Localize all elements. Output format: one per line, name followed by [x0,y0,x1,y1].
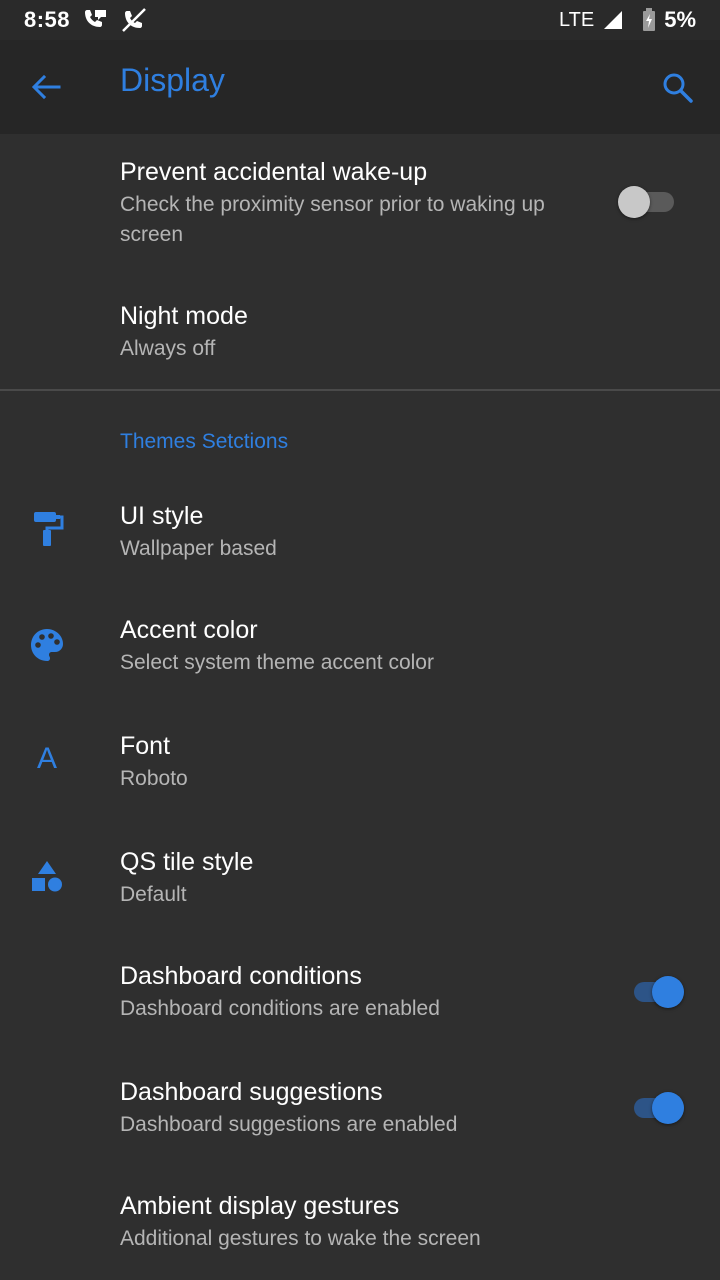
setting-font[interactable]: A Font Roboto [0,712,720,822]
status-left: 8:58 [24,7,148,33]
font-icon: A [28,740,66,778]
setting-title: Accent color [120,616,258,644]
setting-ambient-display-gestures[interactable]: Ambient display gestures Additional gest… [0,1172,720,1280]
font-icon-glyph: A [36,742,57,775]
setting-title: Night mode [120,302,248,330]
setting-accent-color[interactable]: Accent color Select system theme accent … [0,596,720,706]
status-time: 8:58 [24,7,71,32]
setting-title: Prevent accidental wake-up [120,158,428,186]
search-icon [663,73,693,103]
setting-title: Ambient display gestures [120,1192,400,1220]
network-type: LTE [559,8,595,31]
setting-summary: Check the proximity sensor prior to waki… [120,193,545,246]
switch-thumb [652,1092,684,1124]
setting-qs-tile-style[interactable]: QS tile style Default [0,826,720,936]
setting-night-mode[interactable]: Night mode Always off [0,280,720,380]
dashboard-conditions-switch[interactable] [628,972,688,1012]
setting-title: QS tile style [120,848,254,876]
back-button[interactable] [26,69,66,105]
arrow-back-icon [31,74,61,100]
setting-dashboard-conditions[interactable]: Dashboard conditions Dashboard condition… [0,942,720,1052]
divider [0,389,720,391]
prevent-wakeup-switch[interactable] [618,182,678,222]
setting-summary: Wallpaper based [120,537,277,560]
setting-title: Dashboard suggestions [120,1078,383,1106]
status-right: LTE 5% [559,7,696,33]
setting-summary: Dashboard suggestions are enabled [120,1113,458,1136]
dashboard-suggestions-switch[interactable] [628,1088,688,1128]
setting-summary: Roboto [120,767,188,790]
app-bar: Display [0,40,720,134]
status-bar: 8:58 LTE 5% [0,0,720,40]
paint-roller-icon [28,510,66,548]
palette-icon [28,626,66,664]
search-button[interactable] [658,68,698,108]
switch-thumb [618,186,650,218]
call-icon [82,8,108,32]
section-header-themes: Themes Setctions [120,430,289,453]
setting-summary: Always off [120,337,216,360]
setting-summary: Select system theme accent color [120,651,434,674]
setting-summary: Additional gestures to wake the screen [120,1227,481,1250]
setting-title: Font [120,732,171,760]
setting-title: Dashboard conditions [120,962,362,990]
setting-dashboard-suggestions[interactable]: Dashboard suggestions Dashboard suggesti… [0,1058,720,1168]
setting-title: UI style [120,502,204,530]
battery-percent: 5% [664,7,696,32]
page-title: Display [120,62,225,98]
battery-charging-icon [642,8,656,32]
setting-prevent-wakeup[interactable]: Prevent accidental wake-up Check the pro… [0,134,720,264]
signal-icon [602,9,624,31]
switch-thumb [652,976,684,1008]
shapes-icon [28,858,66,896]
setting-ui-style[interactable]: UI style Wallpaper based [0,480,720,590]
missed-call-icon [120,7,148,33]
setting-summary: Dashboard conditions are enabled [120,997,440,1020]
setting-summary: Default [120,883,187,906]
